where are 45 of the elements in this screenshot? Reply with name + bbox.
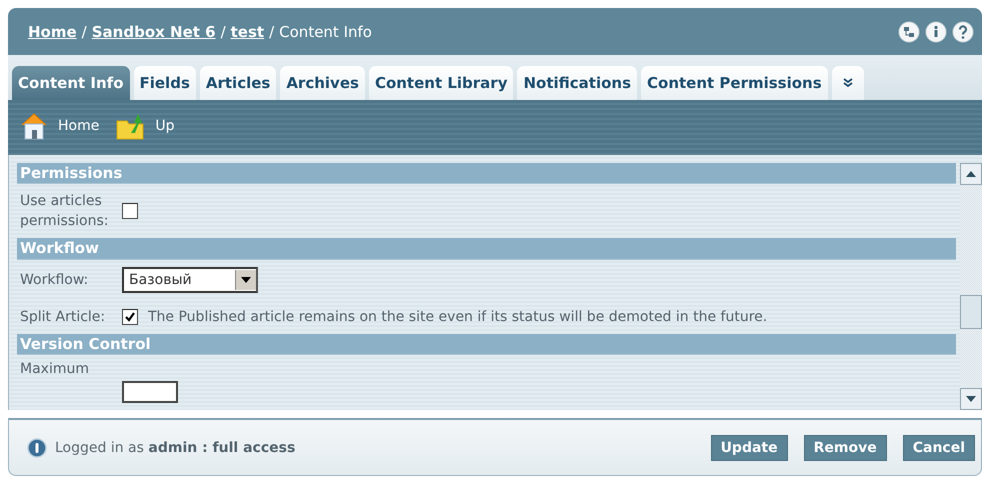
tab[interactable]: Content Permissions [641, 66, 828, 100]
action-button[interactable]: Cancel [902, 434, 975, 460]
breadcrumb-link[interactable]: Sandbox Net 6 [92, 22, 216, 40]
dropdown-arrow-icon [241, 276, 251, 283]
breadcrumb-separator: / [269, 22, 274, 40]
action-button[interactable]: Remove [804, 434, 887, 460]
field-description: The Published article remains on the site even if its status will be demoted in the future. [148, 308, 768, 325]
help-icon[interactable] [952, 20, 974, 42]
double-chevron-icon [842, 78, 853, 88]
section-header: Workflow [17, 238, 956, 260]
more-tabs-button[interactable] [832, 66, 864, 100]
tab[interactable]: Archives [280, 66, 365, 100]
section-header: Permissions [17, 163, 956, 184]
info-icon [27, 438, 47, 458]
check-icon [124, 310, 136, 323]
down-arrow-icon [966, 396, 976, 402]
breadcrumb-link[interactable]: test [230, 22, 264, 40]
breadcrumb-link[interactable]: Home [28, 22, 77, 40]
info-icon[interactable] [925, 20, 947, 42]
checkbox[interactable] [122, 308, 138, 325]
login-status: Logged in as admin : full access [55, 440, 296, 456]
tab[interactable]: Articles [200, 66, 276, 100]
field-label: Split Article: [20, 308, 106, 327]
scrollbar-thumb[interactable] [960, 295, 982, 329]
checkbox[interactable] [122, 203, 138, 220]
breadcrumb-separator: / [220, 22, 226, 40]
field-label: Workflow: [20, 270, 90, 290]
toolbar-button[interactable]: Up [115, 110, 174, 140]
scroll-up-button[interactable] [960, 163, 982, 185]
breadcrumb-separator: / [82, 22, 87, 40]
workflow-dropdown[interactable]: Базовый [122, 266, 258, 293]
tab[interactable]: Notifications [517, 66, 638, 100]
field-label: Maximum [20, 360, 90, 379]
section-header: Version Control [17, 334, 956, 355]
tab[interactable]: Content Info [12, 66, 130, 100]
scroll-down-button[interactable] [960, 388, 982, 410]
tab[interactable]: Fields [134, 66, 196, 100]
field-label: Use articles permissions: [20, 192, 110, 232]
action-button[interactable]: Update [710, 434, 788, 460]
input-field[interactable] [122, 380, 178, 403]
sitemap-icon[interactable] [898, 20, 920, 42]
toolbar-button[interactable]: Home [18, 110, 100, 140]
breadcrumb-current: Content Info [279, 22, 372, 40]
up-arrow-icon [966, 171, 976, 177]
tab[interactable]: Content Library [368, 66, 514, 100]
